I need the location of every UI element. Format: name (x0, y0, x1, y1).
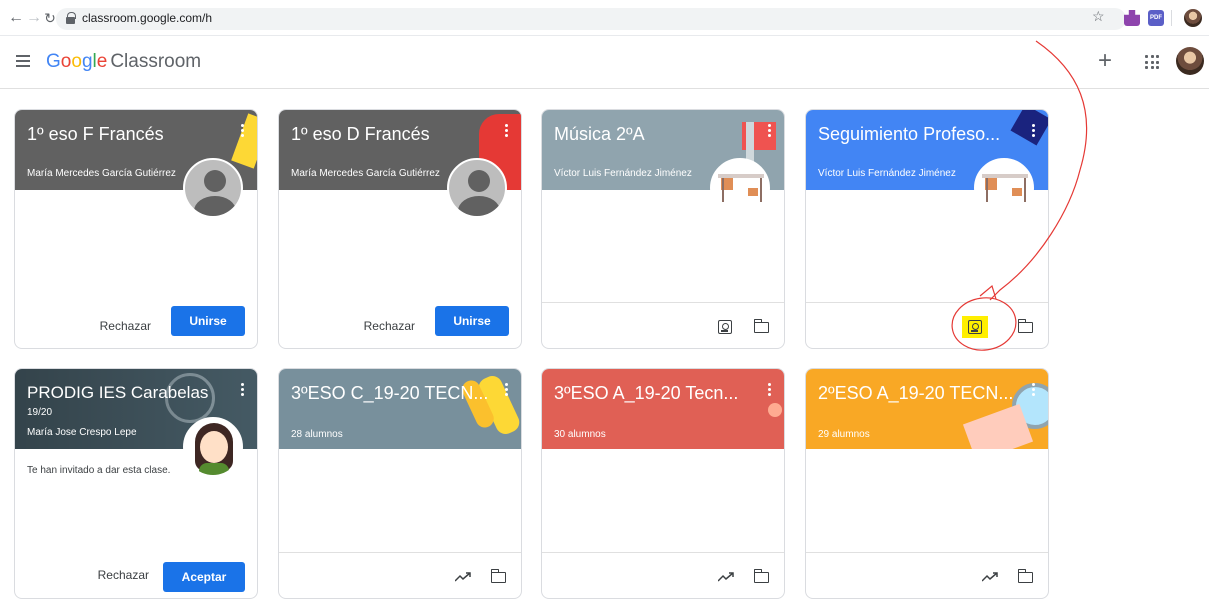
class-card-8[interactable]: 2ºESO A_19-20 TECN... 29 alumnos (805, 368, 1049, 599)
brand-logo[interactable]: Google Classroom (46, 51, 201, 73)
hamburger-menu-icon[interactable] (16, 55, 30, 67)
trending-icon[interactable] (982, 572, 998, 582)
teacher-avatar (974, 158, 1034, 218)
class-card-3[interactable]: Música 2ºA Víctor Luis Fernández Jiménez (541, 109, 785, 349)
class-title[interactable]: Música 2ºA (554, 124, 645, 145)
class-title[interactable]: 1º eso D Francés (291, 124, 430, 145)
class-teacher: Víctor Luis Fernández Jiménez (818, 168, 956, 179)
student-work-icon[interactable] (718, 320, 732, 334)
drive-folder-icon[interactable] (1017, 319, 1033, 333)
trending-icon[interactable] (718, 572, 734, 582)
join-button[interactable]: Unirse (435, 306, 509, 336)
class-card-2[interactable]: 1º eso D Francés María Mercedes García G… (278, 109, 522, 349)
toolbar-divider (1171, 10, 1172, 26)
more-options-icon[interactable] (1032, 383, 1036, 397)
reject-button[interactable]: Rechazar (364, 319, 415, 333)
drive-folder-icon[interactable] (753, 319, 769, 333)
teacher-avatar (183, 158, 243, 218)
class-teacher: Víctor Luis Fernández Jiménez (554, 168, 692, 179)
extension-puzzle-icon[interactable] (1124, 10, 1140, 26)
class-card-footer: Rechazar Unirse (15, 302, 257, 348)
class-title[interactable]: PRODIG IES Carabelas (27, 383, 208, 403)
class-card-footer (806, 552, 1048, 598)
class-student-count: 28 alumnos (291, 429, 343, 440)
class-teacher: María Jose Crespo Lepe (27, 427, 137, 438)
classroom-app-bar: Google Classroom + (0, 37, 1209, 89)
class-title[interactable]: 3ºESO A_19-20 Tecn... (554, 383, 738, 404)
trending-icon[interactable] (455, 572, 471, 582)
invitation-note: Te han invitado a dar esta clase. (27, 465, 171, 476)
pdf-extension-icon[interactable]: PDF (1148, 10, 1164, 26)
class-card-footer (806, 302, 1048, 348)
class-card-footer (279, 552, 521, 598)
class-card-footer: Rechazar Unirse (279, 302, 521, 348)
reject-button[interactable]: Rechazar (98, 568, 149, 582)
drive-folder-icon[interactable] (753, 569, 769, 583)
teacher-avatar (710, 158, 770, 218)
class-title[interactable]: 3ºESO C_19-20 TECN... (291, 383, 488, 404)
class-section: 19/20 (27, 407, 53, 418)
class-card-4[interactable]: Seguimiento Profeso... Víctor Luis Ferná… (805, 109, 1049, 349)
drive-folder-icon[interactable] (490, 569, 506, 583)
lock-icon (66, 12, 76, 24)
class-title[interactable]: 1º eso F Francés (27, 124, 164, 145)
student-work-icon[interactable] (968, 320, 982, 334)
classroom-wordmark: Classroom (110, 51, 202, 72)
google-apps-icon[interactable] (1145, 55, 1159, 69)
accept-button[interactable]: Aceptar (163, 562, 245, 592)
class-card-6[interactable]: 3ºESO C_19-20 TECN... 28 alumnos (278, 368, 522, 599)
browser-toolbar: ← → ↻ classroom.google.com/h ☆ PDF (0, 0, 1209, 36)
account-avatar[interactable] (1176, 47, 1204, 75)
class-card-5[interactable]: PRODIG IES Carabelas 19/20 María Jose Cr… (14, 368, 258, 599)
more-options-icon[interactable] (505, 383, 509, 397)
more-options-icon[interactable] (768, 383, 772, 397)
more-options-icon[interactable] (241, 124, 245, 138)
class-student-count: 30 alumnos (554, 429, 606, 440)
teacher-avatar (447, 158, 507, 218)
back-icon[interactable]: ← (6, 8, 26, 28)
class-card-footer (542, 552, 784, 598)
class-card-footer: Rechazar Aceptar (15, 552, 257, 598)
more-options-icon[interactable] (505, 124, 509, 138)
more-options-icon[interactable] (768, 124, 772, 138)
class-student-count: 29 alumnos (818, 429, 870, 440)
google-wordmark: Google (46, 51, 108, 72)
address-url: classroom.google.com/h (82, 11, 213, 25)
teacher-avatar (183, 417, 243, 477)
class-card-footer (542, 302, 784, 348)
join-button[interactable]: Unirse (171, 306, 245, 336)
browser-profile-avatar[interactable] (1184, 9, 1202, 27)
reject-button[interactable]: Rechazar (100, 319, 151, 333)
class-title[interactable]: 2ºESO A_19-20 TECN... (818, 383, 1013, 404)
drive-folder-icon[interactable] (1017, 569, 1033, 583)
address-bar[interactable]: classroom.google.com/h (56, 8, 1126, 30)
class-card-1[interactable]: 1º eso F Francés María Mercedes García G… (14, 109, 258, 349)
class-teacher: María Mercedes García Gutiérrez (27, 168, 176, 179)
class-card-7[interactable]: 3ºESO A_19-20 Tecn... 30 alumnos (541, 368, 785, 599)
more-options-icon[interactable] (1032, 124, 1036, 138)
create-join-class-button[interactable]: + (1098, 49, 1112, 73)
class-teacher: María Mercedes García Gutiérrez (291, 168, 440, 179)
class-title[interactable]: Seguimiento Profeso... (818, 124, 1000, 145)
more-options-icon[interactable] (241, 383, 245, 397)
bookmark-star-icon[interactable]: ☆ (1092, 8, 1105, 25)
